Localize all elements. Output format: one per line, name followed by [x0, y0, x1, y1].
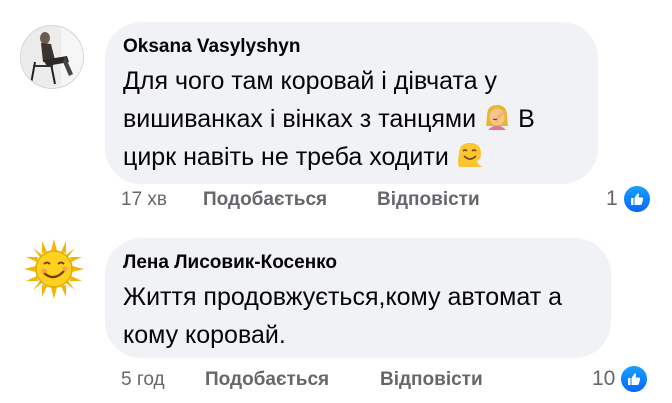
comment-time[interactable]: 17 хв — [121, 189, 167, 211]
sun-avatar-icon — [24, 239, 84, 299]
commenter-avatar[interactable] — [20, 25, 84, 89]
reaction-count: 10 — [592, 367, 616, 390]
reaction-summary[interactable]: 1 — [606, 184, 652, 214]
like-icon — [621, 184, 652, 214]
comment-text-line: Для чого там коровай і дівчата у — [123, 67, 497, 95]
reaction-count: 1 — [606, 187, 618, 210]
comment-time[interactable]: 5 год — [121, 369, 165, 391]
comment-text-line: цирк навіть не треба ходити — [123, 143, 449, 171]
comment-author[interactable]: Oksana Vasylyshyn — [123, 36, 578, 58]
reaction-summary[interactable]: 10 — [592, 364, 650, 394]
comment-text: Для чого там коровай і дівчата у вишиван… — [123, 62, 578, 176]
commenter-avatar[interactable] — [22, 237, 86, 301]
comment-bubble: Oksana Vasylyshyn Для чого там коровай і… — [105, 22, 598, 184]
reply-button[interactable]: Відповісти — [377, 189, 480, 211]
like-button[interactable]: Подобається — [203, 189, 327, 211]
reply-button[interactable]: Відповісти — [380, 369, 483, 391]
like-button[interactable]: Подобається — [205, 369, 329, 391]
comment-author[interactable]: Лена Лисовик-Косенко — [123, 252, 591, 274]
comment-text: Життя продовжується,кому автомат а кому … — [123, 278, 591, 354]
comment-text-line: В — [518, 105, 535, 133]
like-icon — [619, 364, 650, 394]
woman-facepalming-emoji-icon — [482, 102, 512, 132]
photo-avatar-icon — [21, 26, 83, 88]
comment-text-line: Життя продовжується,кому автомат а — [123, 283, 563, 311]
comment-text-line: вишиванках і вінках з танцями — [123, 105, 477, 133]
melting-face-emoji-icon — [455, 140, 485, 170]
comment-bubble: Лена Лисовик-Косенко Життя продовжується… — [105, 238, 611, 358]
comment-text-line: кому коровай. — [123, 321, 286, 349]
